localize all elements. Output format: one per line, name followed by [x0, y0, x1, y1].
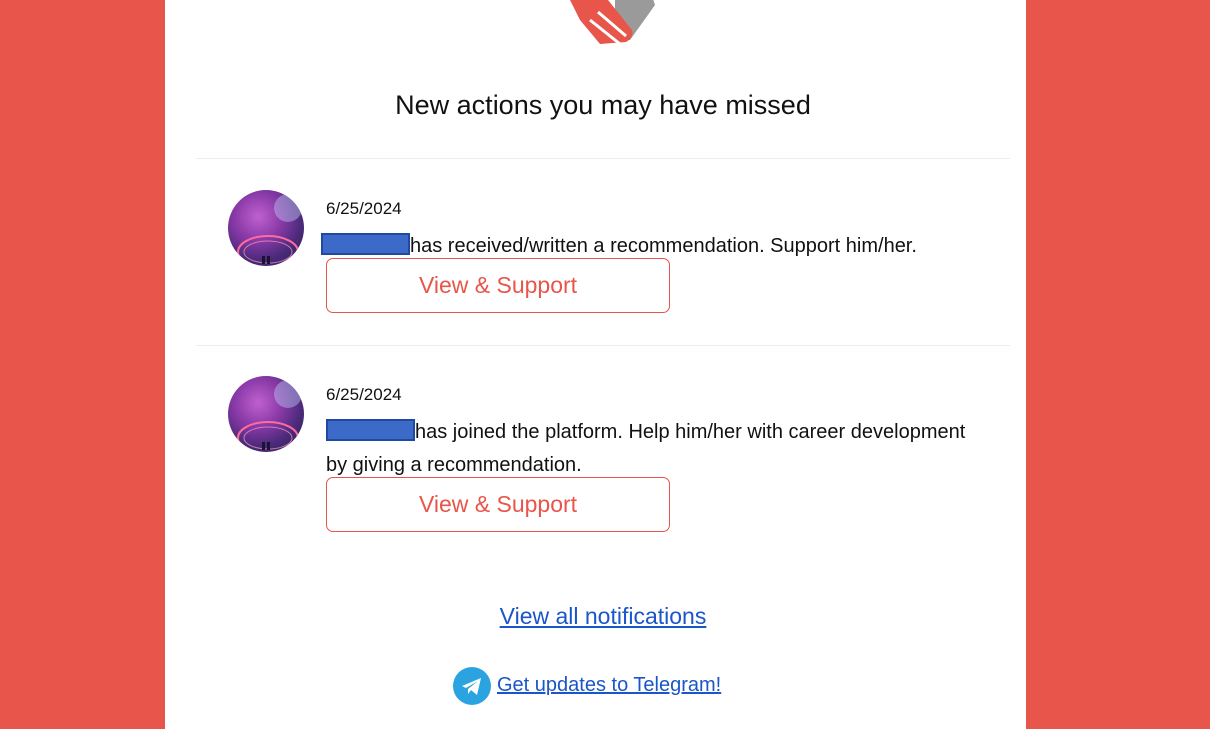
avatar	[228, 190, 304, 266]
notification-date: 6/25/2024	[326, 199, 402, 218]
view-support-button[interactable]: View & Support	[326, 477, 670, 532]
telegram-icon[interactable]	[453, 667, 491, 705]
notification-message: has received/written a recommendation. S…	[410, 235, 917, 257]
handshake-icon	[560, 0, 660, 50]
notification-text: has joined the platform. Help him/her wi…	[326, 416, 976, 482]
redacted-name	[321, 233, 410, 255]
redacted-name	[326, 419, 415, 441]
view-all-notifications-link[interactable]: View all notifications	[165, 603, 1026, 630]
telegram-link[interactable]: Get updates to Telegram!	[497, 674, 721, 697]
divider	[196, 345, 1010, 346]
divider	[196, 158, 1010, 159]
page-title: New actions you may have missed	[395, 90, 811, 120]
view-support-button[interactable]: View & Support	[326, 258, 670, 313]
notification-message: has joined the platform. Help him/her wi…	[326, 421, 966, 476]
notification-date: 6/25/2024	[326, 385, 402, 404]
avatar	[228, 376, 304, 452]
email-card: New actions you may have missed 6/25/202…	[165, 0, 1026, 729]
